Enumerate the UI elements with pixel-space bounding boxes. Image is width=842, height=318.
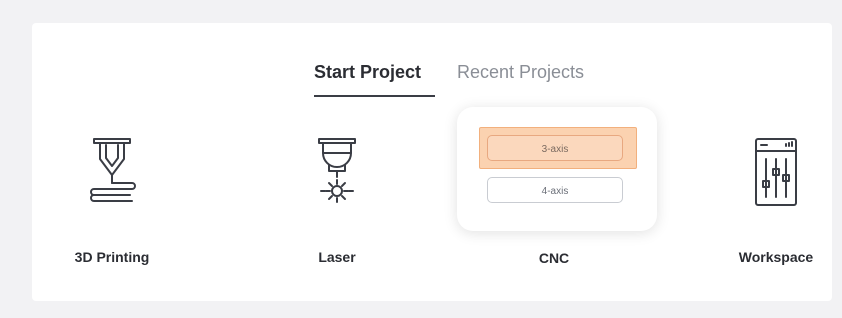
tab-start-project[interactable]: Start Project bbox=[314, 61, 421, 83]
start-panel: Start Project Recent Projects 3D Printin… bbox=[32, 23, 832, 301]
project-tabs: Start Project Recent Projects bbox=[32, 61, 832, 101]
cnc-options-popup: 3-axis 4-axis bbox=[457, 107, 657, 231]
card-label-3d-printing: 3D Printing bbox=[74, 249, 150, 265]
cnc-3-axis-button[interactable]: 3-axis bbox=[487, 135, 623, 161]
card-laser[interactable]: Laser bbox=[267, 123, 407, 287]
workspace-sliders-icon bbox=[755, 138, 797, 206]
3d-printer-nozzle-icon bbox=[90, 138, 136, 202]
laser-head-icon bbox=[318, 138, 356, 203]
cnc-4-axis-button[interactable]: 4-axis bbox=[487, 177, 623, 203]
tab-recent-projects[interactable]: Recent Projects bbox=[457, 61, 584, 83]
card-label-cnc: CNC bbox=[538, 250, 570, 266]
card-label-laser: Laser bbox=[318, 249, 356, 265]
card-3d-printing[interactable]: 3D Printing bbox=[42, 123, 182, 287]
active-tab-indicator bbox=[314, 95, 435, 97]
card-workspace[interactable]: Workspace bbox=[706, 123, 842, 287]
card-label-workspace: Workspace bbox=[738, 249, 814, 265]
